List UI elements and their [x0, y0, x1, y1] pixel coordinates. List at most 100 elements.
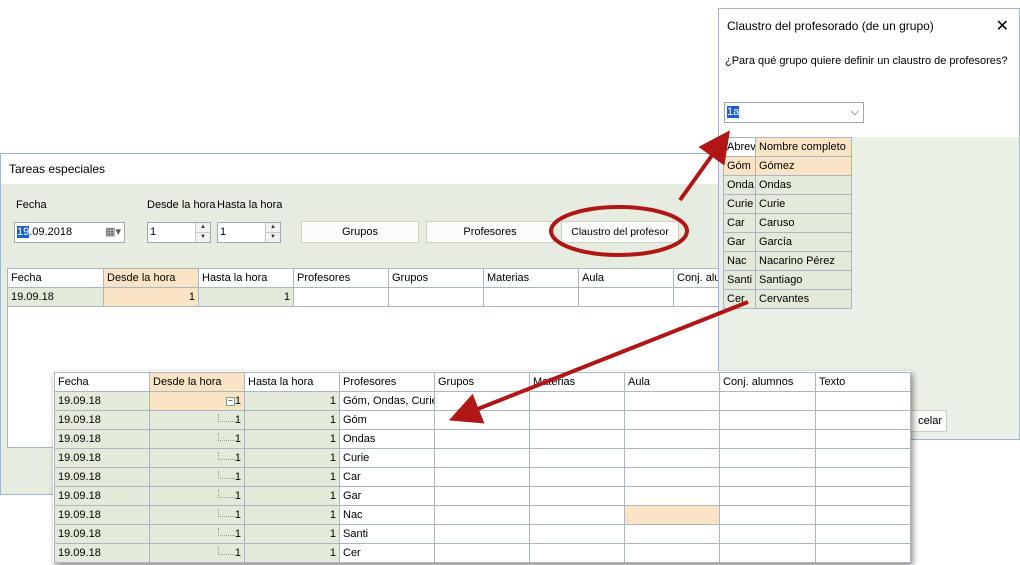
- table-cell[interactable]: [719, 410, 816, 430]
- table-cell[interactable]: [719, 543, 816, 563]
- table-row[interactable]: 19.09.18 1 1 Curie: [54, 448, 911, 468]
- close-icon[interactable]: ✕: [996, 16, 1009, 36]
- table-cell[interactable]: 19.09.18: [7, 287, 104, 307]
- teacher-abbrev[interactable]: Cer: [723, 289, 756, 309]
- table-cell[interactable]: 1: [244, 429, 340, 449]
- table-cell[interactable]: [434, 429, 530, 449]
- collapse-icon[interactable]: −: [225, 396, 235, 406]
- hasta-spinner[interactable]: 1 ▲ ▼: [217, 222, 281, 243]
- table-cell[interactable]: [673, 287, 724, 307]
- column-header[interactable]: Grupos: [388, 268, 484, 288]
- table-cell[interactable]: [719, 429, 816, 449]
- table-cell[interactable]: [624, 505, 720, 525]
- table-cell[interactable]: [434, 391, 530, 411]
- column-header[interactable]: Nombre completo: [755, 137, 852, 157]
- table-cell[interactable]: [529, 448, 625, 468]
- chevron-down-icon[interactable]: ⌵: [851, 103, 859, 122]
- table-cell[interactable]: [719, 448, 816, 468]
- table-row[interactable]: 19.09.18 1 1 Santi: [54, 524, 911, 544]
- table-row[interactable]: 19.09.18 1 1 Góm: [54, 410, 911, 430]
- table-cell[interactable]: 19.09.18: [54, 391, 150, 411]
- teacher-abbrev[interactable]: Curie: [723, 194, 756, 214]
- table-cell[interactable]: Curie: [339, 448, 435, 468]
- table-cell[interactable]: 1: [244, 467, 340, 487]
- column-header[interactable]: Texto: [815, 372, 911, 392]
- column-header[interactable]: Conj. alumn: [673, 268, 724, 288]
- teacher-abbrev[interactable]: Santi: [723, 270, 756, 290]
- table-cell[interactable]: Cer: [339, 543, 435, 563]
- table-cell[interactable]: 19.09.18: [54, 467, 150, 487]
- teacher-row[interactable]: Góm Gómez: [723, 156, 852, 176]
- table-cell[interactable]: [578, 287, 674, 307]
- teacher-row[interactable]: Gar García: [723, 232, 852, 252]
- table-cell[interactable]: 19.09.18: [54, 505, 150, 525]
- table-cell[interactable]: [719, 505, 816, 525]
- teacher-name[interactable]: Caruso: [755, 213, 852, 233]
- table-cell[interactable]: 19.09.18: [54, 429, 150, 449]
- table-cell[interactable]: [529, 543, 625, 563]
- table-cell[interactable]: [529, 410, 625, 430]
- table-cell[interactable]: [529, 429, 625, 449]
- teacher-abbrev[interactable]: Gar: [723, 232, 756, 252]
- table-cell[interactable]: Góm, Ondas, Curie: [339, 391, 435, 411]
- table-row[interactable]: 19.09.18 1 1 Car: [54, 467, 911, 487]
- table-cell[interactable]: [624, 448, 720, 468]
- table-cell[interactable]: [815, 505, 911, 525]
- table-cell[interactable]: [815, 467, 911, 487]
- table-cell[interactable]: [624, 467, 720, 487]
- table-cell[interactable]: [719, 524, 816, 544]
- table-cell[interactable]: 1: [149, 448, 245, 468]
- group-select[interactable]: 1a ⌵: [724, 102, 864, 123]
- table-row[interactable]: 19.09.18 1 1 Nac: [54, 505, 911, 525]
- table-cell[interactable]: Santi: [339, 524, 435, 544]
- teacher-row[interactable]: Cer Cervantes: [723, 289, 852, 309]
- table-cell[interactable]: 1: [149, 486, 245, 506]
- table-cell[interactable]: [529, 505, 625, 525]
- table-cell[interactable]: [388, 287, 484, 307]
- spinner-arrows-icon[interactable]: ▲ ▼: [195, 223, 210, 242]
- table-row[interactable]: 19.09.18−1 1 Góm, Ondas, Curie: [54, 391, 911, 411]
- table-cell[interactable]: [624, 410, 720, 430]
- table-cell[interactable]: 1: [244, 410, 340, 430]
- desde-spinner[interactable]: 1 ▲ ▼: [147, 222, 211, 243]
- table-cell[interactable]: [719, 467, 816, 487]
- teacher-abbrev[interactable]: Góm: [723, 156, 756, 176]
- table-cell[interactable]: Ondas: [339, 429, 435, 449]
- table-cell[interactable]: [815, 524, 911, 544]
- column-header[interactable]: Hasta la hora: [198, 268, 294, 288]
- column-header[interactable]: Profesores: [339, 372, 435, 392]
- table-cell[interactable]: [434, 486, 530, 506]
- table-cell[interactable]: 1: [244, 505, 340, 525]
- table-cell[interactable]: [434, 543, 530, 563]
- teacher-row[interactable]: Onda Ondas: [723, 175, 852, 195]
- table-cell[interactable]: 1: [149, 429, 245, 449]
- teacher-name[interactable]: Gómez: [755, 156, 852, 176]
- table-cell[interactable]: 19.09.18: [54, 524, 150, 544]
- table-cell[interactable]: 1: [149, 410, 245, 430]
- profesores-button[interactable]: Profesores: [426, 221, 554, 243]
- column-header[interactable]: Materias: [529, 372, 625, 392]
- teacher-name[interactable]: Nacarino Pérez: [755, 251, 852, 271]
- table-cell[interactable]: 1: [244, 524, 340, 544]
- table-cell[interactable]: [815, 410, 911, 430]
- table-cell[interactable]: [624, 486, 720, 506]
- column-header[interactable]: Desde la hora: [149, 372, 245, 392]
- table-cell[interactable]: [529, 467, 625, 487]
- table-row[interactable]: 19.09.18 1 1: [7, 287, 724, 307]
- table-cell[interactable]: 1: [244, 543, 340, 563]
- column-header[interactable]: Fecha: [54, 372, 150, 392]
- column-header[interactable]: Desde la hora: [103, 268, 199, 288]
- table-cell[interactable]: 19.09.18: [54, 486, 150, 506]
- table-cell[interactable]: [815, 448, 911, 468]
- table-cell[interactable]: [624, 543, 720, 563]
- table-cell[interactable]: [719, 486, 816, 506]
- column-header[interactable]: Hasta la hora: [244, 372, 340, 392]
- table-cell[interactable]: 1: [198, 287, 294, 307]
- table-row[interactable]: 19.09.18 1 1 Gar: [54, 486, 911, 506]
- table-cell[interactable]: [624, 391, 720, 411]
- table-cell[interactable]: 1: [244, 486, 340, 506]
- table-cell[interactable]: 19.09.18: [54, 448, 150, 468]
- table-cell[interactable]: [434, 505, 530, 525]
- table-cell[interactable]: Nac: [339, 505, 435, 525]
- teacher-name[interactable]: Curie: [755, 194, 852, 214]
